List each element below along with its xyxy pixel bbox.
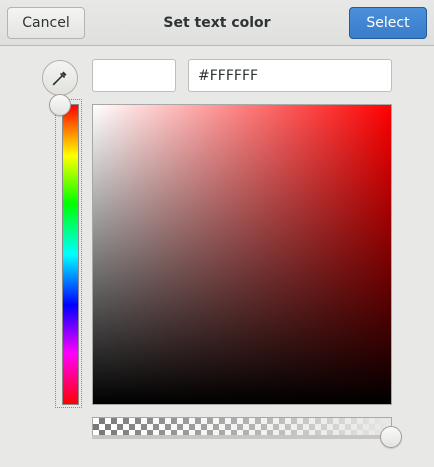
select-button[interactable]: Select	[349, 7, 427, 39]
hue-slider[interactable]	[62, 104, 79, 405]
alpha-slider-handle[interactable]	[380, 426, 402, 448]
saturation-value-plane[interactable]	[92, 104, 392, 405]
cancel-button[interactable]: Cancel	[7, 7, 85, 39]
plane-cursor	[389, 402, 391, 404]
eyedropper-button[interactable]	[42, 60, 78, 96]
hue-slider-handle[interactable]	[49, 94, 71, 116]
alpha-slider-track	[92, 435, 392, 439]
dialog-title: Set text color	[163, 15, 271, 31]
hex-color-entry[interactable]: #FFFFFF	[188, 59, 392, 92]
eyedropper-icon	[52, 71, 67, 86]
color-swatch	[92, 59, 176, 92]
dialog-headerbar: Cancel Set text color Select	[0, 0, 434, 46]
